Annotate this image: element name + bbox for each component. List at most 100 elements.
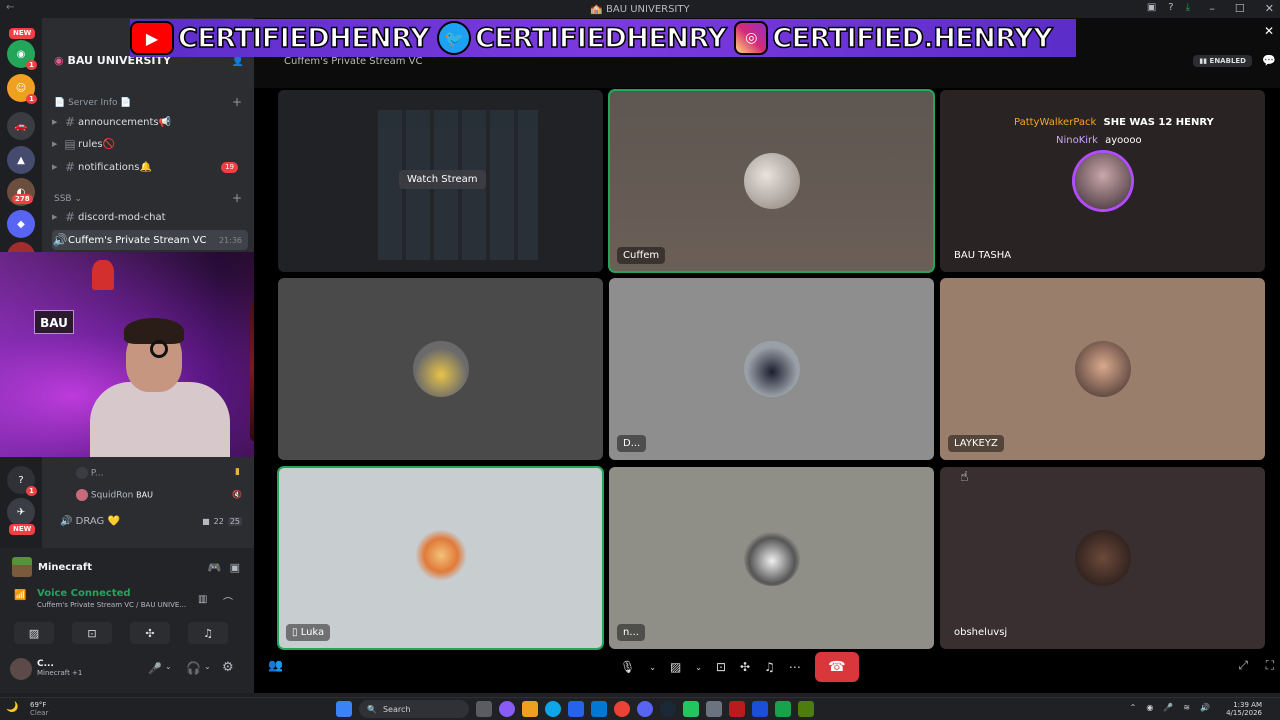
avatar: [412, 341, 469, 397]
help-icon[interactable]: ?: [1168, 2, 1173, 13]
settings-icon[interactable]: [706, 701, 722, 717]
minecraft-taskbar-icon[interactable]: [775, 701, 791, 717]
chevron-down-icon[interactable]: ⌄: [165, 662, 172, 671]
chat-user: PattyWalkerPack: [1014, 117, 1097, 128]
stream-tile[interactable]: Watch Stream: [278, 90, 603, 272]
minimize-icon[interactable]: –: [1209, 2, 1215, 15]
inbox-icon[interactable]: ▣: [1147, 2, 1156, 13]
participant-tile-laykeyz[interactable]: LAYKEYZ: [940, 278, 1265, 460]
page-icon: 📄: [54, 98, 66, 108]
voice-member-2[interactable]: SquidRon BAU: [76, 489, 153, 501]
voice-status[interactable]: Voice Connected Cuffem's Private Stream …: [37, 588, 186, 609]
weather-widget[interactable]: 69°F Clear: [30, 701, 48, 717]
screen-share-button[interactable]: ⊡: [72, 622, 112, 644]
voice-member-1[interactable]: P...: [76, 467, 103, 479]
participant-name: obsheluvsj: [954, 627, 1008, 638]
settings-gear-icon[interactable]: ⚙: [222, 660, 234, 675]
taskbar-search[interactable]: 🔍 Search: [359, 700, 469, 718]
add-channel-icon[interactable]: +: [232, 95, 242, 109]
camera-off-button[interactable]: ▨: [14, 622, 54, 644]
server-icon-4[interactable]: ▲: [7, 146, 35, 174]
headphones-icon[interactable]: 🎧: [186, 661, 201, 675]
popout-icon[interactable]: ⤢: [1238, 658, 1248, 673]
volume-icon[interactable]: 🔊: [1200, 703, 1210, 712]
watch-stream-button[interactable]: Watch Stream: [399, 170, 486, 189]
channel-announcements[interactable]: ▶ # announcements 📢: [52, 112, 248, 132]
windows-start-icon[interactable]: [336, 701, 352, 717]
mobile-icon: ▯: [292, 627, 298, 638]
channel-rules[interactable]: ▶ ▤ rules 🚫: [52, 134, 248, 154]
discord-icon[interactable]: [637, 701, 653, 717]
chevron-up-icon[interactable]: ⌃: [1130, 703, 1137, 712]
recording-app-icon[interactable]: [729, 701, 745, 717]
soundboard-icon[interactable]: ♫: [764, 660, 775, 674]
participant-tile-d[interactable]: D...: [609, 278, 934, 460]
app-root: ← 🏫 BAU UNIVERSITY ▣ ? ⤓ – ☐ ✕ NEW ◉ 1 ☺…: [0, 0, 1280, 720]
participant-tile-empty[interactable]: [278, 278, 603, 460]
server-badge-2: 1: [26, 94, 37, 104]
file-explorer-icon[interactable]: [522, 701, 538, 717]
window-close-icon[interactable]: ✕: [1265, 2, 1274, 15]
microphone-icon[interactable]: 🎙: [620, 660, 635, 674]
channel-discord-mod-chat[interactable]: ▶ # discord-mod-chat: [52, 207, 248, 227]
taskbar-apps: 🔍 Search: [336, 700, 814, 718]
user-info[interactable]: C... Minecraft +1: [37, 659, 82, 677]
soundboard-button[interactable]: ♫: [188, 622, 228, 644]
disconnect-call-button[interactable]: ☎: [814, 652, 859, 682]
category-server-info[interactable]: 📄 Server Info 📄: [54, 98, 132, 108]
avatar[interactable]: [10, 658, 32, 680]
voice-connected-label: Voice Connected: [37, 588, 131, 599]
avatar: [743, 341, 800, 397]
screen-share-icon[interactable]: ▣: [230, 561, 240, 574]
server-icon-3[interactable]: 🚗: [7, 112, 35, 140]
store-icon[interactable]: [568, 701, 584, 717]
participant-tile-cuffem[interactable]: Cuffem: [608, 89, 935, 273]
enabled-pill[interactable]: ▮▮ ENABLED: [1193, 55, 1252, 67]
visual-studio-icon[interactable]: [752, 701, 768, 717]
add-channel-icon-2[interactable]: +: [232, 191, 242, 205]
noise-suppression-icon[interactable]: ▥: [198, 594, 207, 605]
chevron-down-icon[interactable]: ⌄: [649, 663, 656, 672]
gamepad-icon[interactable]: 🎮: [208, 561, 222, 574]
wifi-icon[interactable]: ≋: [1183, 703, 1190, 712]
camera-off-icon[interactable]: ▨: [670, 660, 681, 674]
category-ssb[interactable]: SSB ⌄: [54, 194, 82, 204]
edge-icon[interactable]: [545, 701, 561, 717]
voice-channel-drag[interactable]: 🔊 DRAG 💛: [60, 516, 120, 527]
channel-private-stream-vc[interactable]: 🔊 Cuffem's Private Stream VC 21:36: [52, 230, 248, 250]
minecraft-launcher-icon[interactable]: [798, 701, 814, 717]
banner-close-icon[interactable]: ✕: [1264, 24, 1274, 38]
server-icon-6[interactable]: ◆: [7, 210, 35, 238]
search-placeholder: Search: [382, 704, 411, 714]
chevron-down-icon[interactable]: ⌄: [695, 663, 702, 672]
activities-icon[interactable]: ✣: [740, 660, 750, 674]
participant-tile-luka[interactable]: ▯ Luka: [277, 466, 604, 650]
more-icon[interactable]: ⋯: [789, 660, 801, 674]
disconnect-icon[interactable]: ⌒: [223, 594, 233, 609]
outlook-icon[interactable]: [591, 701, 607, 717]
participant-tile-n[interactable]: n...: [609, 467, 934, 649]
maximize-icon[interactable]: ☐: [1235, 2, 1245, 15]
channel-notifications[interactable]: ▶ # notifications 🔔 19: [52, 157, 248, 177]
chrome-icon[interactable]: [614, 701, 630, 717]
microphone-icon[interactable]: 🎤: [148, 662, 162, 675]
participant-tile-obsheluvsj[interactable]: obsheluvsj: [940, 467, 1265, 649]
fullscreen-icon[interactable]: ⛶: [1266, 658, 1274, 673]
download-icon[interactable]: ⤓: [1186, 2, 1190, 13]
server-icon-9[interactable]: ✈: [7, 498, 35, 526]
titlebar-tools: ▣ ? ⤓: [1147, 2, 1190, 13]
steam-icon[interactable]: [660, 701, 676, 717]
weather-icon[interactable]: 🌙: [6, 702, 18, 713]
chevron-down-icon[interactable]: ⌄: [204, 662, 211, 671]
activities-button[interactable]: ✣: [130, 622, 170, 644]
share-screen-icon[interactable]: ⊡: [716, 660, 726, 674]
task-view-icon[interactable]: [476, 701, 492, 717]
copilot-icon[interactable]: [499, 701, 515, 717]
invite-icon[interactable]: 👤: [232, 56, 244, 67]
add-person-icon[interactable]: 👥: [268, 658, 283, 672]
chat-icon[interactable]: 💬: [1262, 54, 1276, 67]
xbox-icon[interactable]: [683, 701, 699, 717]
network-icon[interactable]: ◉: [1146, 703, 1153, 712]
mic-tray-icon[interactable]: 🎤: [1163, 703, 1173, 712]
clock[interactable]: 1:39 AM 4/15/2026: [1226, 701, 1262, 717]
